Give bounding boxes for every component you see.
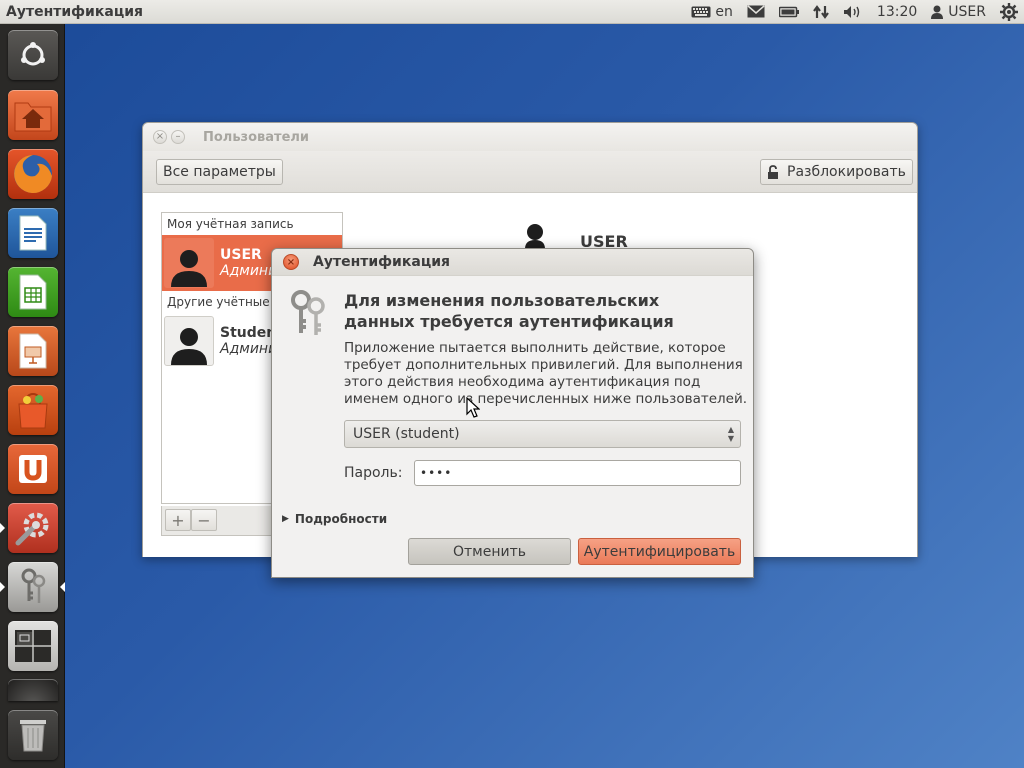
auth-dialog-title: Аутентификация <box>313 254 450 270</box>
auth-heading: Для изменения пользовательских данных тр… <box>344 290 744 332</box>
mouse-pointer-icon <box>466 396 481 423</box>
launcher-firefox[interactable] <box>8 149 58 199</box>
active-app-title: Аутентификация <box>6 3 143 20</box>
auth-message-line: именем одного из перечисленных ниже поль… <box>344 391 748 407</box>
user-icon <box>931 5 944 19</box>
launcher-software-center[interactable] <box>8 385 58 435</box>
top-panel: Аутентификация en 13:20 USER <box>0 0 1024 24</box>
network-indicator[interactable] <box>806 0 836 24</box>
launcher-system-settings[interactable] <box>8 503 58 553</box>
software-center-icon <box>18 392 48 429</box>
expander-triangle-icon: ▶ <box>282 514 289 524</box>
users-window-title: Пользователи <box>203 129 310 145</box>
keys-icon <box>288 289 332 343</box>
keyboard-layout-label: en <box>715 3 733 20</box>
dash-home-icon <box>21 42 45 66</box>
padlock-icon <box>768 164 778 179</box>
mouse-pointer-icon <box>466 396 481 418</box>
avatar <box>164 316 214 366</box>
active-app-indicator <box>0 523 5 533</box>
battery-icon <box>778 6 799 17</box>
auth-heading-line: данных требуется аутентификация <box>344 312 674 331</box>
authentication-dialog: × Аутентификация Для изменения пользоват… <box>271 248 754 578</box>
avatar <box>164 238 214 288</box>
cancel-button[interactable]: Отменить <box>408 538 571 565</box>
dropdown-arrows-icon: ▲ ▼ <box>727 425 734 443</box>
authenticate-button[interactable]: Аутентифицировать <box>578 538 741 565</box>
libreoffice-calc-icon <box>19 274 47 310</box>
home-folder-icon <box>14 102 52 132</box>
launcher-trash[interactable] <box>8 710 58 760</box>
keys-icon <box>291 290 325 335</box>
volume-icon <box>843 5 860 18</box>
details-label: Подробности <box>294 512 388 526</box>
keyboard-indicator[interactable]: en <box>684 0 740 24</box>
person-silhouette-icon <box>171 328 207 365</box>
password-field[interactable]: •••• <box>414 460 741 486</box>
person-silhouette-icon <box>525 224 545 249</box>
launcher-ubuntu-one[interactable] <box>8 444 58 494</box>
libreoffice-impress-icon <box>19 333 47 369</box>
libreoffice-writer-icon <box>19 215 47 251</box>
workspace-switcher-icon <box>15 630 51 662</box>
dialog-close-button[interactable]: × <box>283 254 299 270</box>
launcher <box>0 24 65 768</box>
auth-message-line: требует дополнительных привилегий. Для в… <box>344 357 743 373</box>
messaging-menu[interactable] <box>740 0 772 24</box>
window-minimize-button[interactable]: – <box>171 130 185 144</box>
launcher-keys[interactable] <box>8 562 58 612</box>
account-role: Админи <box>220 341 278 357</box>
users-window-titlebar: × – Пользователи <box>143 123 917 151</box>
account-role: Админи <box>220 263 278 279</box>
launcher-workspace-switcher[interactable] <box>8 621 58 671</box>
sound-indicator[interactable] <box>836 0 870 24</box>
person-silhouette-icon <box>171 250 207 287</box>
auth-message-line: Приложение пытается выполнить действие, … <box>344 340 726 356</box>
auth-message: Приложение пытается выполнить действие, … <box>344 340 748 408</box>
user-select-dropdown[interactable]: USER (student) ▲ ▼ <box>344 420 741 448</box>
auth-dialog-titlebar: × Аутентификация <box>272 249 753 276</box>
launcher-writer[interactable] <box>8 208 58 258</box>
keyboard-icon <box>691 6 711 17</box>
mail-icon <box>747 5 765 18</box>
trash-icon <box>20 720 46 752</box>
launcher-impress[interactable] <box>8 326 58 376</box>
unlock-button[interactable]: Разблокировать <box>760 159 913 185</box>
focused-app-indicator <box>60 582 65 592</box>
keys-icon <box>21 568 46 603</box>
system-tray: en 13:20 USER <box>684 0 1024 24</box>
gear-icon <box>1000 2 1018 21</box>
my-account-header: Моя учётная запись <box>167 217 294 231</box>
all-settings-button[interactable]: Все параметры <box>156 159 283 185</box>
remove-user-button[interactable]: − <box>191 509 217 531</box>
clock[interactable]: 13:20 <box>870 0 924 24</box>
launcher-dash-home[interactable] <box>8 30 58 80</box>
user-name-label: USER <box>948 3 986 20</box>
user-menu[interactable]: USER <box>924 0 993 24</box>
session-menu[interactable] <box>993 0 1024 24</box>
launcher-calc[interactable] <box>8 267 58 317</box>
ubuntu-one-icon <box>19 455 47 483</box>
running-app-indicator <box>0 582 5 592</box>
account-name: Studen <box>220 325 277 341</box>
network-arrows-icon <box>813 4 829 19</box>
unlock-button-label: Разблокировать <box>787 164 906 180</box>
account-name: USER <box>220 247 262 263</box>
launcher-partial-tile[interactable] <box>8 679 58 701</box>
auth-heading-line: Для изменения пользовательских <box>344 291 660 310</box>
auth-message-line: этого действия необходима аутентификация… <box>344 374 701 390</box>
launcher-home-folder[interactable] <box>8 90 58 140</box>
password-label: Пароль: <box>344 465 403 481</box>
system-settings-icon <box>15 512 49 546</box>
selected-user-value: USER (student) <box>353 426 460 442</box>
details-expander[interactable]: ▶ Подробности <box>282 512 387 526</box>
users-toolbar: Все параметры Разблокировать <box>143 151 917 193</box>
window-close-button[interactable]: × <box>153 130 167 144</box>
firefox-icon <box>14 155 52 193</box>
battery-indicator[interactable] <box>772 0 806 24</box>
add-user-button[interactable]: + <box>165 509 191 531</box>
